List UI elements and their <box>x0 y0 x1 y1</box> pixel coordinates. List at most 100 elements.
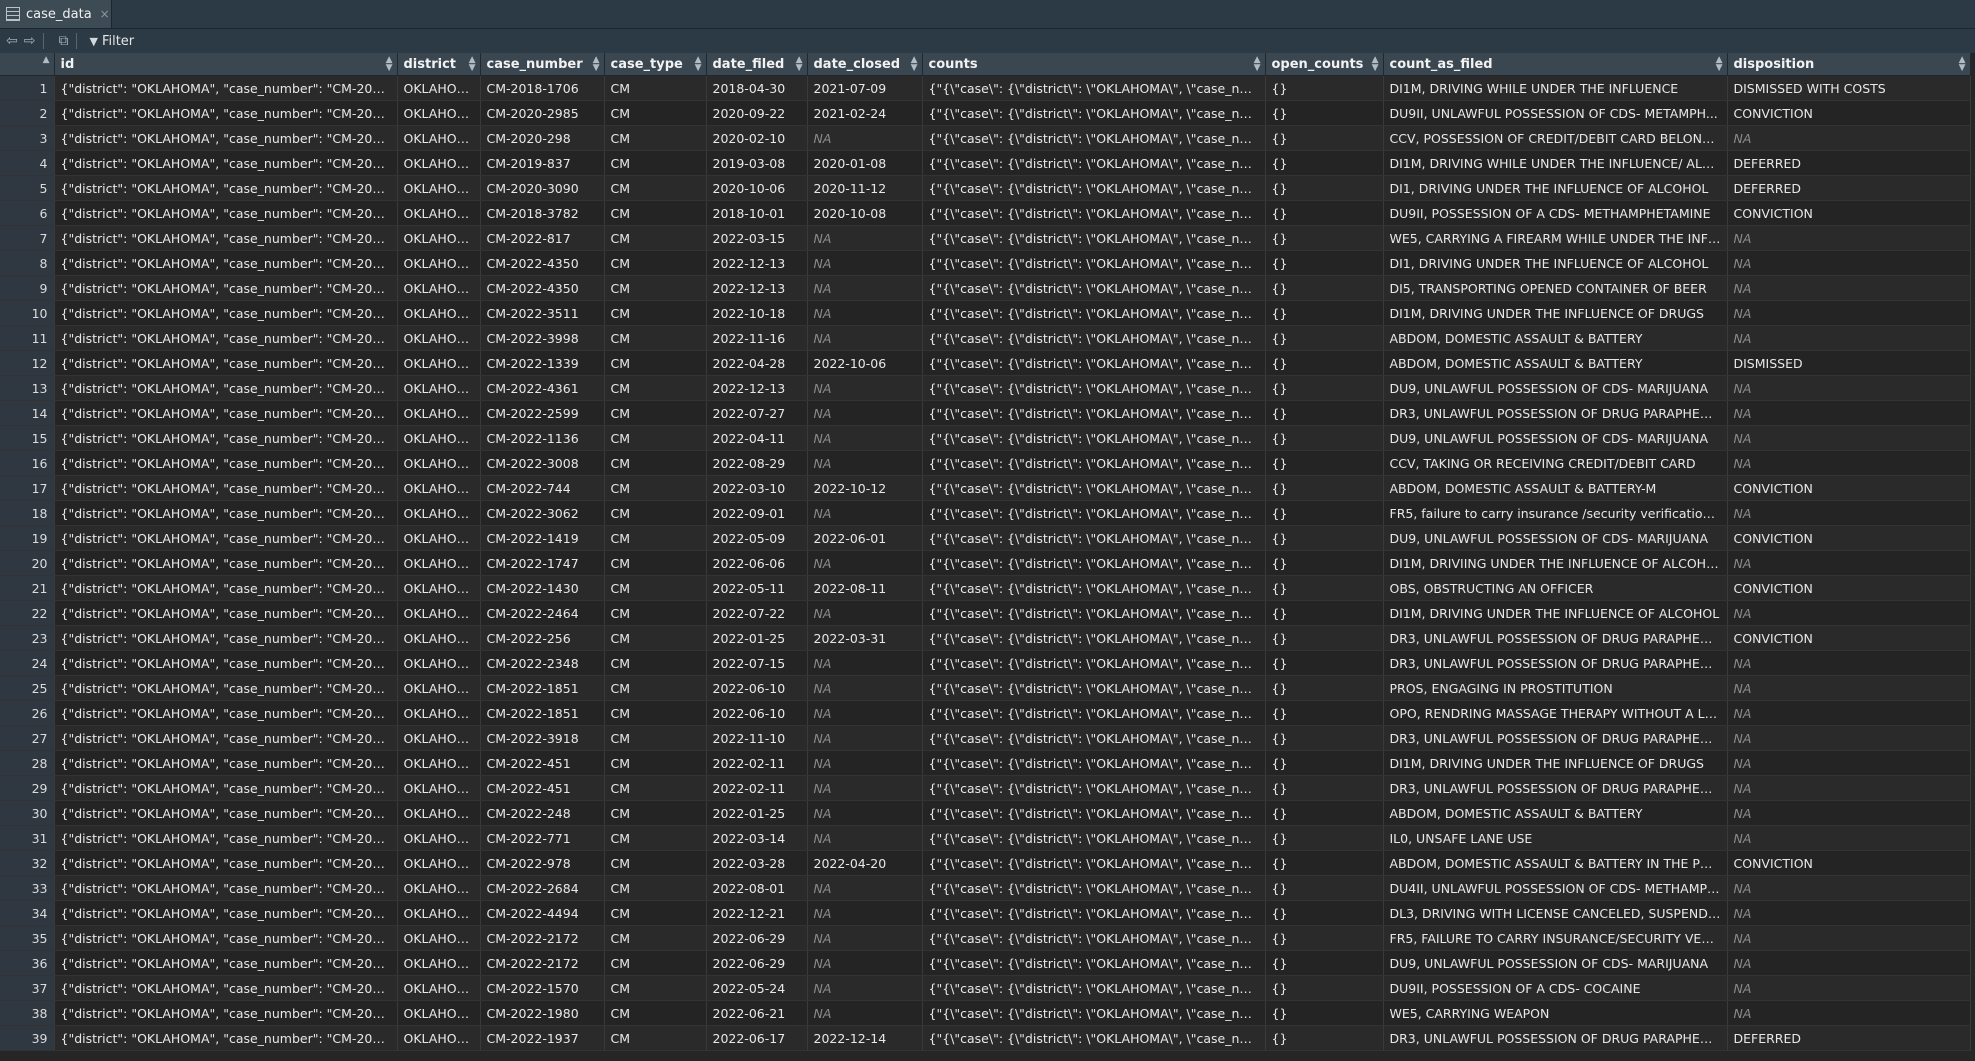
table-row[interactable]: 26 {"district": "OKLAHOMA", "case_number"… <box>0 700 1971 726</box>
table-row[interactable]: 32 {"district": "OKLAHOMA", "case_number"… <box>0 850 1971 876</box>
cell-disposition: DISMISSED <box>1727 350 1971 376</box>
column-header-date-closed[interactable]: date_closed ▲ ▼ <box>807 53 923 76</box>
column-header-count-as-filed[interactable]: count_as_filed ▲ ▼ <box>1383 53 1728 76</box>
toolbar: ⇦ ⇨ ⧉ ▼ Filter <box>0 29 1975 54</box>
cell-count-as-filed: DR3, UNLAWFUL POSSESSION OF DRUG PARAPHE… <box>1383 1025 1728 1051</box>
table-row[interactable]: 12 {"district": "OKLAHOMA", "case_number"… <box>0 350 1971 376</box>
table-row[interactable]: 29 {"district": "OKLAHOMA", "case_number"… <box>0 775 1971 801</box>
table-row[interactable]: 39 {"district": "OKLAHOMA", "case_number"… <box>0 1025 1971 1051</box>
column-header-date-filed[interactable]: date_filed ▲ ▼ <box>706 53 808 76</box>
table-row[interactable]: 20 {"district": "OKLAHOMA", "case_number"… <box>0 550 1971 576</box>
table-row[interactable]: 28 {"district": "OKLAHOMA", "case_number"… <box>0 750 1971 776</box>
table-row[interactable]: 13 {"district": "OKLAHOMA", "case_number"… <box>0 375 1971 401</box>
table-row[interactable]: 10 {"district": "OKLAHOMA", "case_number"… <box>0 300 1971 326</box>
cell-case-type: CM <box>604 275 707 301</box>
forward-arrow-icon[interactable]: ⇨ <box>24 33 36 49</box>
column-header-district[interactable]: district ▲ ▼ <box>397 53 481 76</box>
column-header-id[interactable]: id ▲ ▼ <box>54 53 398 76</box>
table-row[interactable]: 30 {"district": "OKLAHOMA", "case_number"… <box>0 800 1971 826</box>
sort-toggle-icon[interactable]: ▲ ▼ <box>796 56 803 73</box>
table-row[interactable]: 1 {"district": "OKLAHOMA", "case_number":… <box>0 75 1971 101</box>
cell-disposition: NA <box>1727 975 1971 1001</box>
table-row[interactable]: 19 {"district": "OKLAHOMA", "case_number"… <box>0 525 1971 551</box>
column-header-case-type[interactable]: case_type ▲ ▼ <box>604 53 707 76</box>
table-row[interactable]: 36 {"district": "OKLAHOMA", "case_number"… <box>0 950 1971 976</box>
sort-toggle-icon[interactable]: ▲ ▼ <box>1372 56 1379 73</box>
table-row[interactable]: 37 {"district": "OKLAHOMA", "case_number"… <box>0 975 1971 1001</box>
cell-district: OKLAHOMA <box>397 575 481 601</box>
table-row[interactable]: 38 {"district": "OKLAHOMA", "case_number"… <box>0 1000 1971 1026</box>
table-row[interactable]: 17 {"district": "OKLAHOMA", "case_number"… <box>0 475 1971 501</box>
cell-counts: {"{\"case\": {\"district\": \"OKLAHOMA\"… <box>922 200 1266 226</box>
cell-disposition: NA <box>1727 325 1971 351</box>
sort-icon[interactable]: ▲ <box>43 56 50 65</box>
table-row[interactable]: 4 {"district": "OKLAHOMA", "case_number":… <box>0 150 1971 176</box>
table-row[interactable]: 5 {"district": "OKLAHOMA", "case_number":… <box>0 175 1971 201</box>
close-icon[interactable]: × <box>100 7 110 21</box>
table-row[interactable]: 6 {"district": "OKLAHOMA", "case_number":… <box>0 200 1971 226</box>
cell-date-filed: 2022-02-11 <box>706 775 808 801</box>
table-row[interactable]: 3 {"district": "OKLAHOMA", "case_number":… <box>0 125 1971 151</box>
cell-open-counts: {} <box>1265 375 1384 401</box>
sort-toggle-icon[interactable]: ▲ ▼ <box>593 56 600 73</box>
column-header-counts[interactable]: counts ▲ ▼ <box>922 53 1266 76</box>
table-row[interactable]: 24 {"district": "OKLAHOMA", "case_number"… <box>0 650 1971 676</box>
sort-toggle-icon[interactable]: ▲ ▼ <box>1716 56 1723 73</box>
cell-date-closed: NA <box>807 775 923 801</box>
cell-case-number: CM-2022-3918 <box>480 725 605 751</box>
table-row[interactable]: 22 {"district": "OKLAHOMA", "case_number"… <box>0 600 1971 626</box>
cell-case-type: CM <box>604 225 707 251</box>
table-row[interactable]: 21 {"district": "OKLAHOMA", "case_number"… <box>0 575 1971 601</box>
sort-toggle-icon[interactable]: ▲ ▼ <box>1254 56 1261 73</box>
tab-case-data[interactable]: case_data × <box>0 0 112 28</box>
table-row[interactable]: 8 {"district": "OKLAHOMA", "case_number":… <box>0 250 1971 276</box>
sort-toggle-icon[interactable]: ▲ ▼ <box>469 56 476 73</box>
cell-case-number: CM-2022-3062 <box>480 500 605 526</box>
cell-id-prefix: {"district": "OKLAHOMA", "case_number": … <box>60 680 357 696</box>
table-row[interactable]: 25 {"district": "OKLAHOMA", "case_number"… <box>0 675 1971 701</box>
table-row[interactable]: 9 {"district": "OKLAHOMA", "case_number":… <box>0 275 1971 301</box>
table-row[interactable]: 2 {"district": "OKLAHOMA", "case_number":… <box>0 100 1971 126</box>
popout-icon[interactable]: ⧉ <box>58 33 68 49</box>
cell-date-closed: 2022-10-12 <box>807 475 923 501</box>
cell-open-counts: {} <box>1265 175 1384 201</box>
table-row[interactable]: 7 {"district": "OKLAHOMA", "case_number":… <box>0 225 1971 251</box>
cell-id-suffix: 2022... <box>356 605 397 621</box>
cell-counts: {"{\"case\": {\"district\": \"OKLAHOMA\"… <box>922 750 1266 776</box>
table-row[interactable]: 35 {"district": "OKLAHOMA", "case_number"… <box>0 925 1971 951</box>
back-arrow-icon[interactable]: ⇦ <box>6 33 18 49</box>
cell-count-as-filed: IL0, UNSAFE LANE USE <box>1383 825 1728 851</box>
table-row[interactable]: 14 {"district": "OKLAHOMA", "case_number"… <box>0 400 1971 426</box>
sort-toggle-icon[interactable]: ▲ ▼ <box>386 56 393 73</box>
cell-count-as-filed: FR5, failure to carry insurance /securit… <box>1383 500 1728 526</box>
cell-counts: {"{\"case\": {\"district\": \"OKLAHOMA\"… <box>922 825 1266 851</box>
table-row[interactable]: 15 {"district": "OKLAHOMA", "case_number"… <box>0 425 1971 451</box>
column-header-disposition[interactable]: disposition ▲ ▼ <box>1727 53 1971 76</box>
cell-disposition: DEFERRED <box>1727 1025 1971 1051</box>
column-header-case-number[interactable]: case_number ▲ ▼ <box>480 53 605 76</box>
cell-id: {"district": "OKLAHOMA", "case_number": … <box>54 200 398 226</box>
cell-date-filed: 2022-03-14 <box>706 825 808 851</box>
column-header-open-counts[interactable]: open_counts ▲ ▼ <box>1265 53 1384 76</box>
table-row[interactable]: 16 {"district": "OKLAHOMA", "case_number"… <box>0 450 1971 476</box>
cell-date-closed: 2022-03-31 <box>807 625 923 651</box>
table-row[interactable]: 31 {"district": "OKLAHOMA", "case_number"… <box>0 825 1971 851</box>
filter-button[interactable]: ▼ Filter <box>89 34 134 49</box>
table-row[interactable]: 23 {"district": "OKLAHOMA", "case_number"… <box>0 625 1971 651</box>
cell-district: OKLAHOMA <box>397 325 481 351</box>
table-row[interactable]: 11 {"district": "OKLAHOMA", "case_number"… <box>0 325 1971 351</box>
sort-toggle-icon[interactable]: ▲ ▼ <box>911 56 918 73</box>
table-row[interactable]: 33 {"district": "OKLAHOMA", "case_number"… <box>0 875 1971 901</box>
sort-toggle-icon[interactable]: ▲ ▼ <box>1959 56 1966 73</box>
sort-toggle-icon[interactable]: ▲ ▼ <box>695 56 702 73</box>
table-row[interactable]: 18 {"district": "OKLAHOMA", "case_number"… <box>0 500 1971 526</box>
cell-disposition: NA <box>1727 300 1971 326</box>
cell-id: {"district": "OKLAHOMA", "case_number": … <box>54 900 398 926</box>
cell-id-suffix: 2022... <box>356 230 397 246</box>
table-row[interactable]: 34 {"district": "OKLAHOMA", "case_number"… <box>0 900 1971 926</box>
table-row[interactable]: 27 {"district": "OKLAHOMA", "case_number"… <box>0 725 1971 751</box>
cell-counts: {"{\"case\": {\"district\": \"OKLAHOMA\"… <box>922 875 1266 901</box>
cell-case-number: CM-2020-298 <box>480 125 605 151</box>
row-number: 28 <box>0 750 55 776</box>
cell-open-counts: {} <box>1265 475 1384 501</box>
